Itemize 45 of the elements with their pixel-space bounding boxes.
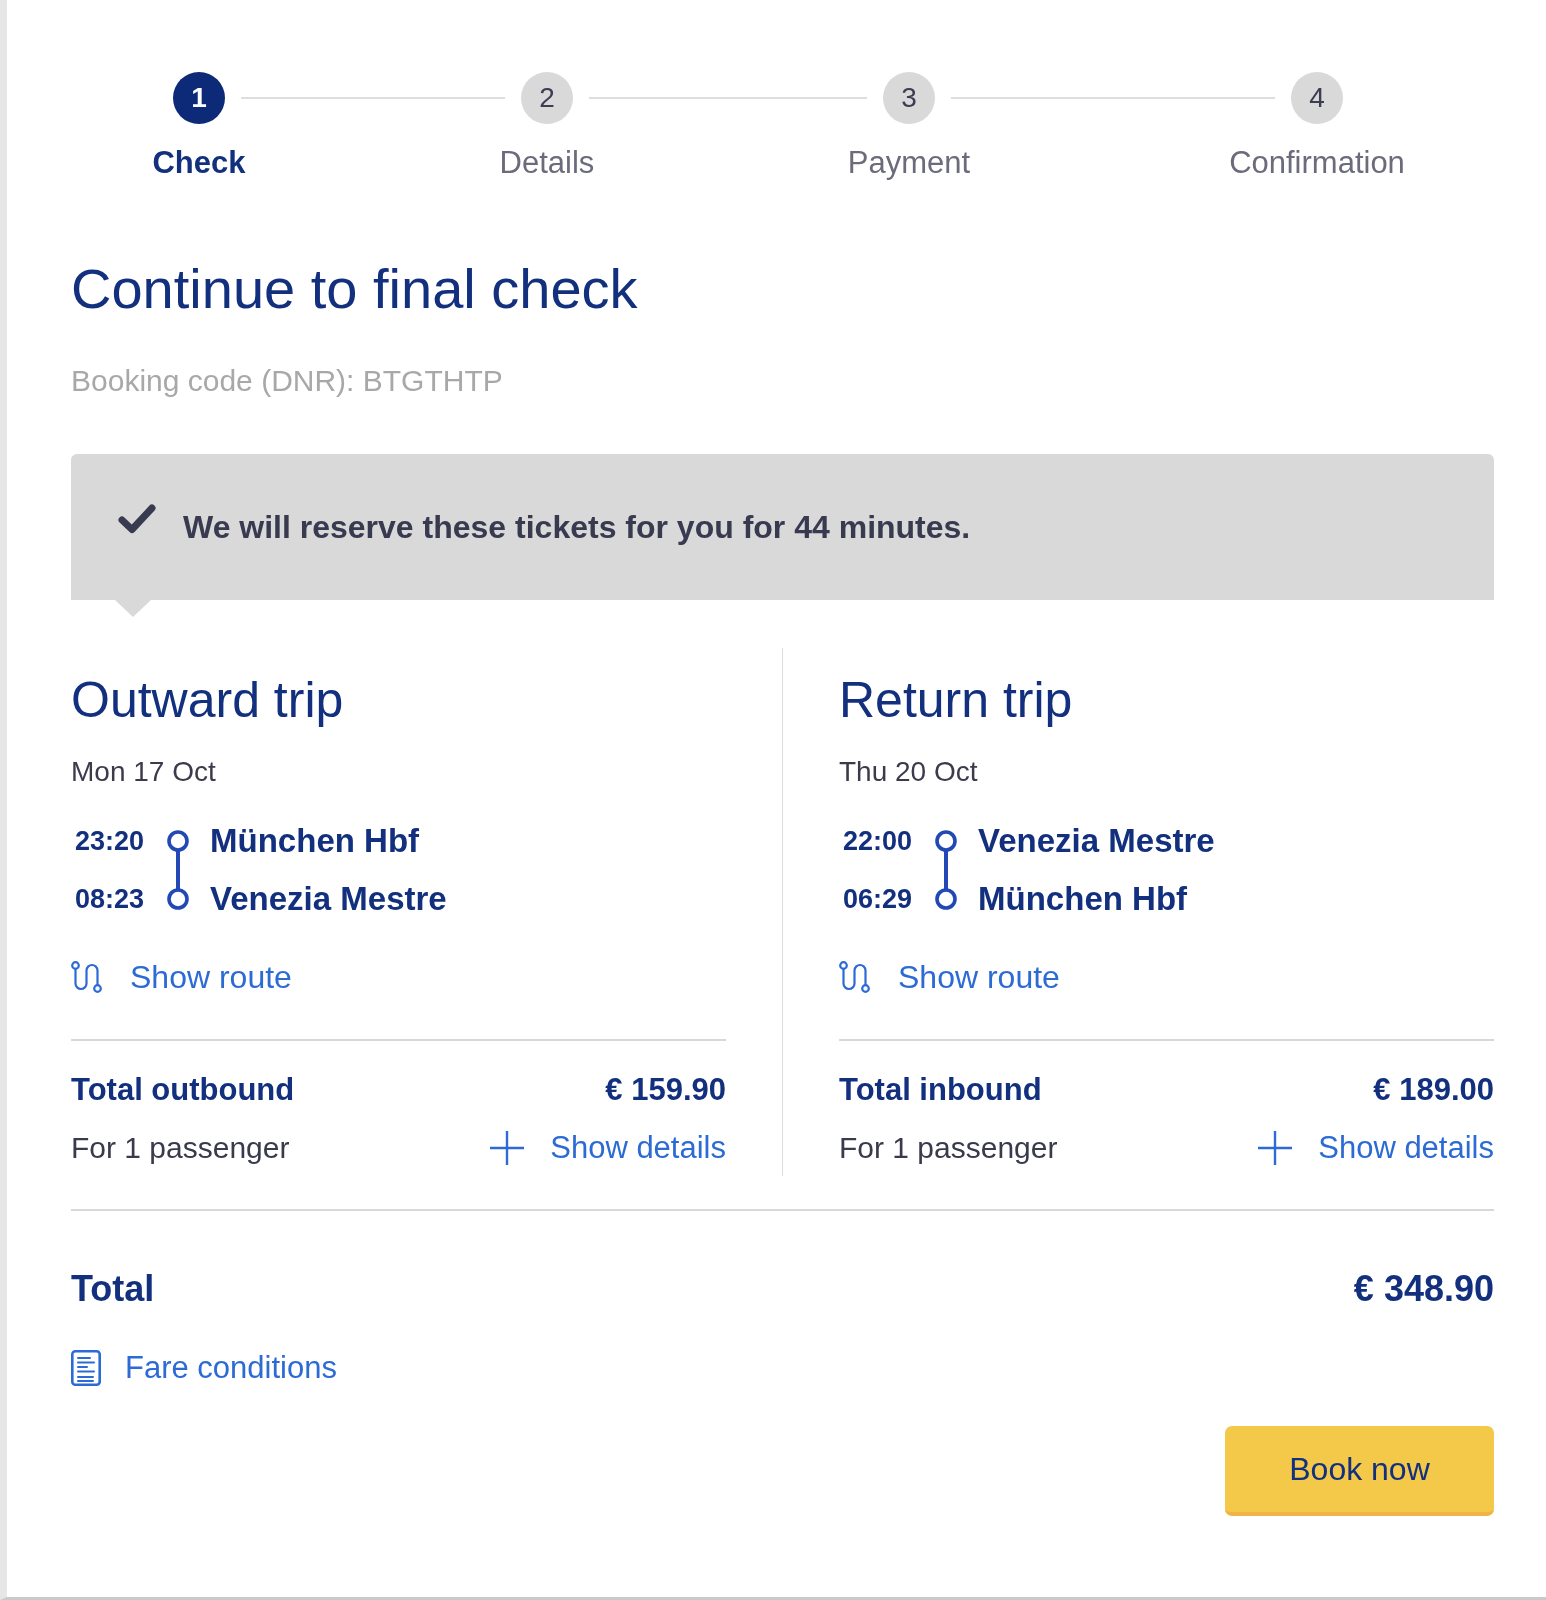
- show-route-link[interactable]: Show route: [71, 958, 292, 996]
- stop-time: 23:20: [75, 825, 145, 857]
- grand-total-price: € 348.90: [1353, 1267, 1494, 1311]
- station-name: München Hbf: [978, 880, 1189, 918]
- trip-total-label: Total inbound: [839, 1071, 1042, 1109]
- route-timeline-icon: [166, 830, 191, 910]
- notice-text: We will reserve these tickets for you for 44 minutes.: [183, 508, 971, 547]
- page-title: Continue to final check: [71, 257, 638, 321]
- route-icon: [839, 961, 871, 993]
- trip-date: Thu 20 Oct: [839, 755, 978, 789]
- step-indicator: 4: [1291, 72, 1343, 124]
- passenger-count: For 1 passenger: [71, 1130, 290, 1166]
- trip-total-price: € 189.00: [1373, 1071, 1494, 1109]
- grand-total-label: Total: [71, 1267, 155, 1311]
- plus-icon: [1258, 1131, 1293, 1165]
- trip-total-label: Total outbound: [71, 1071, 295, 1109]
- show-details-link[interactable]: Show details: [1258, 1130, 1494, 1166]
- checkmark-icon: [118, 502, 156, 534]
- route-icon: [71, 961, 103, 993]
- step-label: Check: [152, 145, 246, 181]
- trip-date: Mon 17 Oct: [71, 755, 216, 789]
- trip-title: Return trip: [839, 671, 1073, 729]
- fare-conditions-link[interactable]: Fare conditions: [71, 1349, 337, 1387]
- step-label: Confirmation: [1229, 145, 1405, 181]
- step-indicator: 3: [883, 72, 935, 124]
- stop-time: 06:29: [843, 883, 913, 915]
- route-timeline-icon: [934, 830, 959, 910]
- passenger-count: For 1 passenger: [839, 1130, 1058, 1166]
- plus-icon: [490, 1131, 525, 1165]
- stop-time: 08:23: [75, 883, 145, 915]
- stop-time: 22:00: [843, 825, 913, 857]
- station-name: Venezia Mestre: [978, 822, 1215, 860]
- document-icon: [71, 1350, 101, 1386]
- station-name: München Hbf: [210, 822, 421, 860]
- step-indicator: 1: [173, 72, 225, 124]
- trip-title: Outward trip: [71, 671, 344, 729]
- station-name: Venezia Mestre: [210, 880, 447, 918]
- step-label: Payment: [847, 145, 971, 181]
- show-route-link[interactable]: Show route: [839, 958, 1060, 996]
- step-indicator: 2: [521, 72, 573, 124]
- book-now-button[interactable]: Book now: [1225, 1426, 1494, 1516]
- trip-total-price: € 159.90: [605, 1071, 726, 1109]
- booking-code: Booking code (DNR): BTGTHTP: [71, 363, 503, 399]
- step-label: Details: [499, 145, 595, 181]
- show-details-link[interactable]: Show details: [490, 1130, 726, 1166]
